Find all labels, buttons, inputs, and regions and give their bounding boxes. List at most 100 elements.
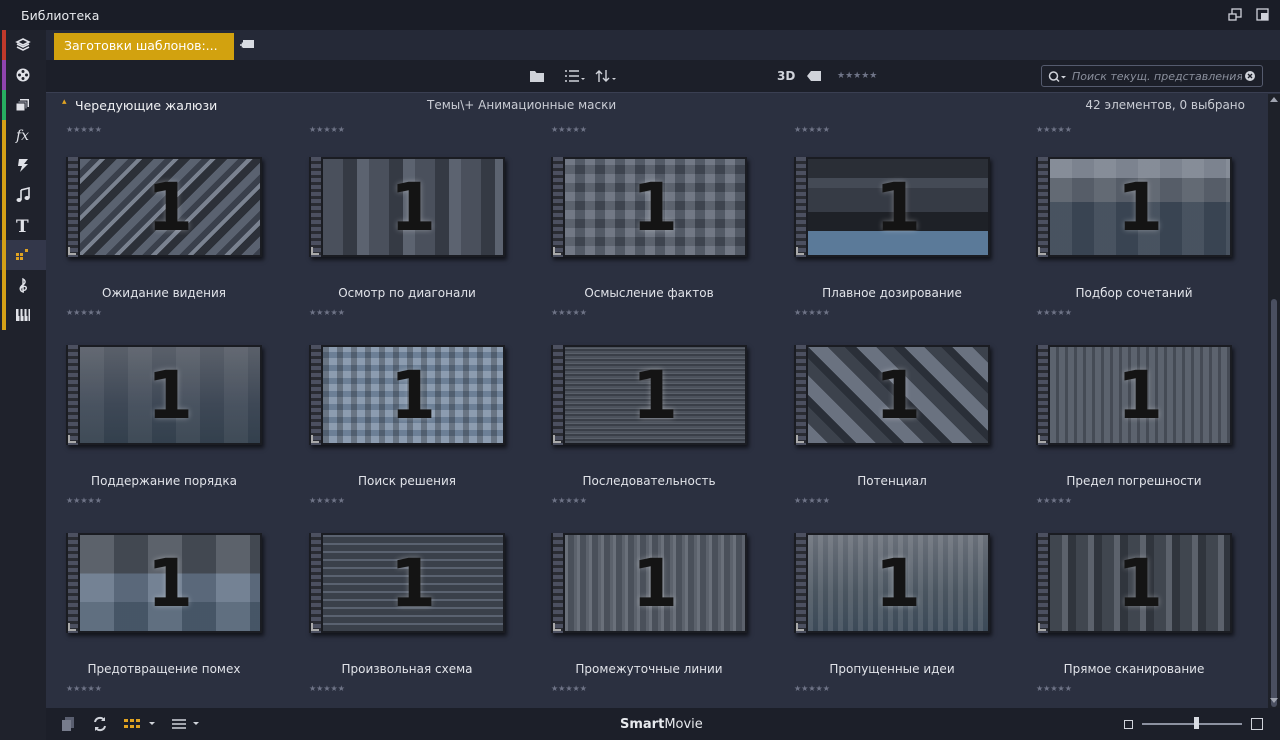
scroll-down-icon[interactable] <box>1270 698 1278 704</box>
filmstrip-icon <box>553 533 563 633</box>
sidebar-item-treble-clef[interactable] <box>0 270 46 300</box>
sort-icon[interactable] <box>595 68 617 84</box>
rating-stars[interactable]: ★★★★★ <box>794 308 830 318</box>
rating-stars[interactable]: ★★★★★ <box>1036 125 1072 135</box>
rating-stars[interactable]: ★★★★★ <box>551 496 587 506</box>
rating-stars[interactable]: ★★★★★ <box>66 308 102 318</box>
template-label[interactable]: Потенциал <box>794 474 990 488</box>
sidebar-item-text-title[interactable]: T <box>0 210 46 240</box>
list-view-icon[interactable] <box>172 718 202 730</box>
sidebar-item-fx[interactable]: fx <box>0 120 46 150</box>
rating-stars[interactable]: ★★★★★ <box>66 125 102 135</box>
template-thumbnail[interactable]: 1 <box>1036 345 1232 445</box>
template-label[interactable]: Поиск решения <box>309 474 505 488</box>
resize-corner-icon <box>311 247 319 255</box>
template-label[interactable]: Промежуточные линии <box>551 662 747 676</box>
template-thumbnail[interactable]: 1 <box>794 345 990 445</box>
template-label[interactable]: Предел погрешности <box>1036 474 1232 488</box>
thumbnail-view-icon[interactable] <box>124 718 158 730</box>
template-thumbnail[interactable]: 1 <box>551 533 747 633</box>
rating-filter[interactable]: ★★★★★ <box>837 68 877 84</box>
rating-stars[interactable]: ★★★★★ <box>309 125 345 135</box>
filter-3d-button[interactable]: 3D <box>777 68 795 84</box>
template-thumbnail[interactable]: 1 <box>309 345 505 445</box>
zoom-in-icon[interactable] <box>1251 718 1263 730</box>
sidebar-item-music-note[interactable] <box>0 180 46 210</box>
smartmovie-button[interactable]: SmartMovie <box>620 717 703 732</box>
sidebar-item-transition-lightning[interactable] <box>0 150 46 180</box>
template-thumbnail[interactable]: 1 <box>551 345 747 445</box>
add-tab-icon[interactable] <box>239 39 255 51</box>
thumbnail-numeral: 1 <box>875 168 921 246</box>
rating-stars[interactable]: ★★★★★ <box>551 308 587 318</box>
sidebar-item-film-reel[interactable] <box>0 60 46 90</box>
template-thumbnail[interactable]: 1 <box>66 157 262 257</box>
item-count: 42 элементов, 0 выбрано <box>1085 98 1245 112</box>
template-thumbnail[interactable]: 1 <box>309 157 505 257</box>
zoom-out-icon[interactable] <box>1124 720 1133 729</box>
rating-stars[interactable]: ★★★★★ <box>1036 308 1072 318</box>
template-label[interactable]: Последовательность <box>551 474 747 488</box>
sidebar-item-template-grid[interactable] <box>0 240 46 270</box>
rating-stars[interactable]: ★★★★★ <box>1036 684 1072 694</box>
scroll-thumb[interactable] <box>1271 299 1277 707</box>
rating-stars[interactable]: ★★★★★ <box>551 684 587 694</box>
refresh-icon[interactable] <box>92 715 108 733</box>
template-thumbnail[interactable]: 1 <box>309 533 505 633</box>
resize-corner-icon <box>68 247 76 255</box>
rating-stars[interactable]: ★★★★★ <box>794 125 830 135</box>
rating-stars[interactable]: ★★★★★ <box>309 496 345 506</box>
template-thumbnail[interactable]: 1 <box>794 533 990 633</box>
template-thumbnail[interactable]: 1 <box>1036 157 1232 257</box>
template-thumbnail[interactable]: 1 <box>66 345 262 445</box>
sidebar-item-media-stack[interactable] <box>0 90 46 120</box>
template-label[interactable]: Подбор сочетаний <box>1036 286 1232 300</box>
folder-icon[interactable] <box>529 68 545 84</box>
rating-stars[interactable]: ★★★★★ <box>1036 496 1072 506</box>
template-label[interactable]: Произвольная схема <box>309 662 505 676</box>
template-thumbnail[interactable]: 1 <box>66 533 262 633</box>
thumbnail-numeral: 1 <box>632 168 678 246</box>
thumbnail-numeral: 1 <box>147 356 193 434</box>
template-label[interactable]: Пропущенные идеи <box>794 662 990 676</box>
tag-icon[interactable] <box>806 68 822 84</box>
search-box[interactable] <box>1041 65 1263 87</box>
template-label[interactable]: Предотвращение помех <box>66 662 262 676</box>
undock-icon[interactable] <box>1228 8 1242 22</box>
rating-stars[interactable]: ★★★★★ <box>66 496 102 506</box>
template-thumbnail[interactable]: 1 <box>794 157 990 257</box>
tab-templates[interactable]: Заготовки шаблонов:... <box>54 33 234 60</box>
rating-stars[interactable]: ★★★★★ <box>66 684 102 694</box>
search-icon[interactable] <box>1048 70 1068 84</box>
resize-corner-icon <box>553 247 561 255</box>
thumbnail-numeral: 1 <box>632 356 678 434</box>
template-label[interactable]: Прямое сканирование <box>1036 662 1232 676</box>
rating-stars[interactable]: ★★★★★ <box>794 496 830 506</box>
resize-corner-icon <box>311 623 319 631</box>
zoom-slider-track[interactable] <box>1142 723 1242 725</box>
filmstrip-icon <box>68 533 78 633</box>
template-label[interactable]: Осмысление фактов <box>551 286 747 300</box>
restore-window-icon[interactable] <box>1256 8 1270 22</box>
rating-stars[interactable]: ★★★★★ <box>794 684 830 694</box>
vertical-scrollbar[interactable] <box>1268 94 1280 708</box>
zoom-slider-handle[interactable] <box>1194 717 1199 729</box>
scroll-up-icon[interactable] <box>1270 96 1278 102</box>
view-list-icon[interactable] <box>564 68 586 84</box>
rating-stars[interactable]: ★★★★★ <box>551 125 587 135</box>
collapse-arrow-icon[interactable]: ▴ <box>62 97 67 107</box>
copy-pages-icon[interactable] <box>60 716 76 732</box>
rating-stars[interactable]: ★★★★★ <box>309 308 345 318</box>
sidebar-item-piano-keys[interactable] <box>0 300 46 330</box>
rating-stars[interactable]: ★★★★★ <box>309 684 345 694</box>
search-input[interactable] <box>1072 68 1242 84</box>
template-thumbnail[interactable]: 1 <box>551 157 747 257</box>
clear-search-icon[interactable] <box>1244 70 1256 82</box>
template-label[interactable]: Плавное дозирование <box>794 286 990 300</box>
template-label[interactable]: Поддержание порядка <box>66 474 262 488</box>
library-main: Заготовки шаблонов:... 3D ★★★★★ ▴ Череду… <box>46 30 1280 740</box>
template-thumbnail[interactable]: 1 <box>1036 533 1232 633</box>
template-label[interactable]: Осмотр по диагонали <box>309 286 505 300</box>
sidebar-item-package[interactable] <box>0 30 46 60</box>
template-label[interactable]: Ожидание видения <box>66 286 262 300</box>
